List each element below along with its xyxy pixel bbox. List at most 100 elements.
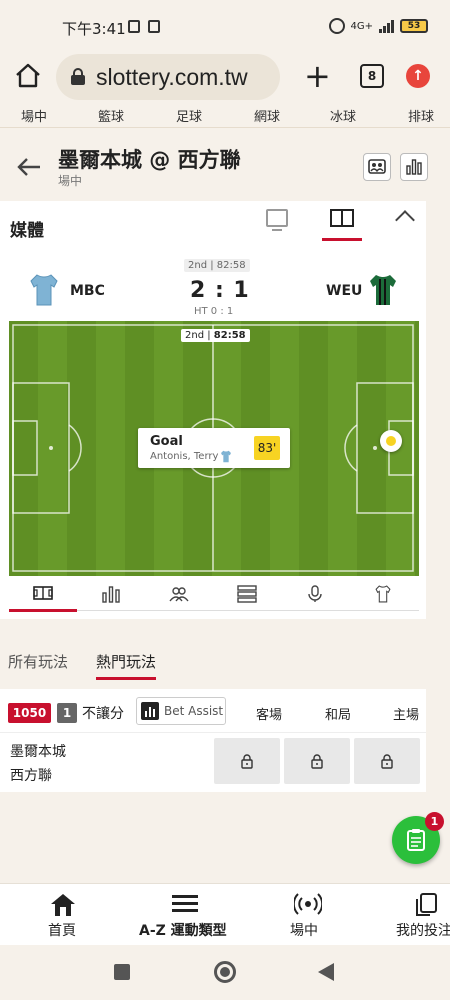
match-clock: 2nd | 82:58	[181, 329, 250, 342]
chevron-up-icon[interactable]	[395, 210, 415, 230]
ball-position-icon	[380, 430, 402, 452]
sport-nav-item[interactable]: 場中	[21, 106, 47, 125]
sport-nav-item[interactable]: 冰球	[330, 106, 356, 125]
battery-icon: 53	[400, 19, 428, 33]
odds-button-home[interactable]	[354, 738, 420, 784]
back-arrow-icon[interactable]	[16, 156, 42, 178]
clock-time: 下午3:41	[62, 20, 126, 38]
clock-period: 2nd	[185, 330, 205, 341]
nav-live[interactable]: 場中	[288, 884, 328, 946]
halftime-score: HT 0 : 1	[194, 306, 234, 317]
tab-all-markets[interactable]: 所有玩法	[8, 651, 68, 672]
lineups-icon	[169, 587, 189, 602]
nav-az-sports[interactable]: A-Z 運動類型	[138, 884, 234, 946]
address-bar[interactable]: slottery.com.tw	[56, 54, 280, 100]
tab-audio[interactable]	[281, 577, 349, 611]
sport-nav-item[interactable]: 網球	[254, 106, 280, 125]
menu-icon	[172, 895, 198, 912]
bet-slip-icon	[407, 829, 425, 851]
away-team-abbr: WEU	[326, 283, 363, 299]
stats-bars-icon	[102, 586, 120, 603]
odds-button-away[interactable]	[214, 738, 280, 784]
pitch-view-icon	[33, 586, 53, 600]
event-type: Goal	[150, 434, 183, 449]
sport-nav: 場中 籃球 足球 網球 冰球 排球	[0, 104, 450, 128]
sport-nav-item[interactable]: 籃球	[98, 106, 124, 125]
tab-pitch[interactable]	[9, 577, 77, 612]
tab-stats[interactable]	[77, 577, 145, 611]
network-label: 4G+	[350, 20, 374, 32]
match-title: 墨爾本城 @ 西方聯	[58, 148, 241, 172]
tab-lineups[interactable]	[145, 577, 213, 611]
market-name: 不讓分	[82, 706, 124, 722]
tab-kits[interactable]	[349, 577, 417, 611]
system-nav-bar	[0, 945, 450, 1000]
scorer-jersey-icon	[221, 450, 231, 463]
media-label: 媒體	[10, 221, 44, 241]
back-button[interactable]	[318, 963, 334, 981]
jersey-icon	[375, 585, 391, 603]
nav-my-bets[interactable]: 我的投注	[396, 884, 450, 946]
sport-nav-item[interactable]: 足球	[176, 106, 202, 125]
tab-switcher-button[interactable]: 8	[360, 64, 384, 88]
bar-chart-icon	[141, 702, 159, 720]
new-tab-button[interactable]: +	[304, 58, 331, 94]
live-broadcast-icon	[294, 893, 322, 915]
period-badge: 2nd | 82:58	[184, 259, 250, 272]
upload-icon	[148, 20, 160, 33]
microphone-icon	[308, 585, 322, 602]
pitch-tracker: 2nd | 82:58 Goal Antonis, Terry 83'	[9, 321, 419, 576]
bet-slip-count-badge: 1	[425, 812, 444, 831]
event-minute: 83'	[254, 436, 280, 460]
column-away: 客場	[256, 708, 283, 723]
lock-icon	[311, 754, 323, 769]
bottom-nav: 首頁 A-Z 運動類型 場中 我的投注	[0, 883, 450, 945]
match-status: 場中	[58, 174, 83, 188]
status-icons: 4G+ 53	[328, 18, 428, 34]
lineups-icon	[368, 159, 386, 174]
tab-popular-markets[interactable]: 熱門玩法	[96, 651, 157, 680]
lineups-button[interactable]	[363, 153, 391, 181]
list-rows-icon	[237, 585, 257, 603]
recent-apps-button[interactable]	[114, 964, 130, 980]
market-number-badge: 1	[57, 703, 77, 723]
update-icon[interactable]: ↑	[406, 64, 430, 88]
lock-icon	[71, 68, 85, 85]
event-player: Antonis, Terry	[150, 451, 219, 462]
browser-toolbar: slottery.com.tw + 8 ↑	[0, 50, 450, 104]
url-text: slottery.com.tw	[96, 64, 248, 90]
home-team-abbr: MBC	[70, 283, 105, 299]
view-tabs	[9, 577, 419, 612]
tab-commentary[interactable]	[213, 577, 281, 611]
home-icon[interactable]	[14, 62, 42, 90]
notification-icon	[128, 20, 140, 33]
bet-assist-label: Bet Assist	[164, 704, 224, 718]
clock-minute: 82:58	[213, 330, 246, 341]
odds-button-draw[interactable]	[284, 738, 350, 784]
nav-home-label: 首頁	[48, 923, 76, 939]
status-bar: 下午3:41 4G+ 53	[0, 0, 450, 50]
home-button[interactable]	[214, 961, 236, 983]
column-home: 主場	[393, 708, 420, 723]
bet-assist-button[interactable]: Bet Assist	[136, 697, 226, 725]
field-view-icon[interactable]	[330, 209, 354, 227]
goal-event-card: Goal Antonis, Terry 83'	[138, 428, 290, 468]
nav-my-bets-label: 我的投注	[396, 923, 450, 939]
signal-icon	[379, 19, 394, 33]
stats-button[interactable]	[400, 153, 428, 181]
divider	[0, 732, 426, 733]
lock-icon	[241, 754, 253, 769]
scoreboard: MBC 2nd | 82:58 2 : 1 HT 0 : 1 WEU	[0, 258, 426, 322]
nav-home[interactable]: 首頁	[40, 884, 86, 946]
nav-az-label: A-Z 運動類型	[139, 923, 227, 939]
tv-icon[interactable]	[266, 209, 288, 231]
sport-nav-item[interactable]: 排球	[408, 106, 434, 125]
market-card: 1050 1 不讓分 Bet Assist 客場 和局 主場 墨爾本城 西方聯	[0, 689, 426, 792]
away-jersey-icon	[370, 275, 396, 305]
home-jersey-icon	[30, 274, 58, 306]
bet-type-tabs: 所有玩法 熱門玩法	[0, 645, 450, 681]
team-home-name: 墨爾本城	[10, 744, 66, 760]
column-draw: 和局	[325, 708, 352, 723]
active-tab-indicator	[322, 238, 362, 241]
documents-icon	[416, 893, 437, 916]
